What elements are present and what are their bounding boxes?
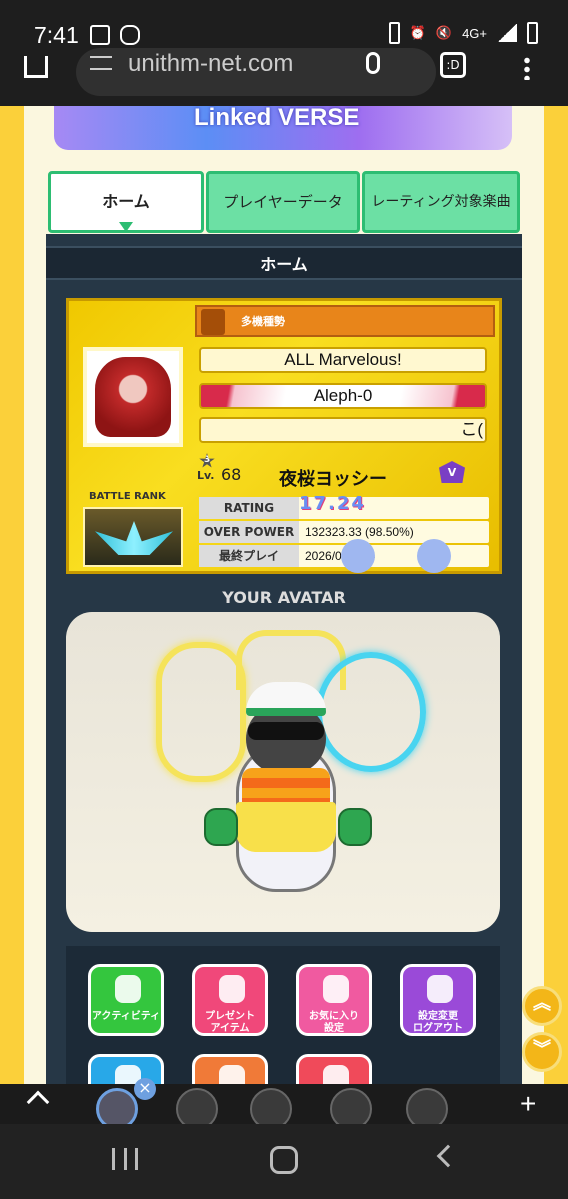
url-text[interactable]: unithm-net.com (128, 50, 293, 78)
team-emblem-icon (201, 309, 225, 335)
battle-rank-emblem (83, 507, 183, 567)
class-badge-icon: V (439, 461, 465, 483)
menu-icon[interactable] (524, 56, 530, 80)
menu-button-6[interactable] (192, 1054, 268, 1084)
new-tab-icon[interactable]: + (520, 1088, 536, 1120)
honor-title-3: こ( (199, 417, 487, 443)
status-time: 7:41 (34, 22, 79, 48)
player-name: 夜桜ヨッシー (279, 469, 387, 490)
right-mitten (338, 808, 372, 846)
redaction-blob (417, 539, 451, 573)
redaction-blob (341, 539, 375, 573)
site-settings-icon[interactable] (90, 56, 112, 70)
heart-icon (323, 975, 349, 1003)
music-icon (323, 1065, 349, 1084)
nav-home-icon[interactable] (270, 1146, 298, 1174)
menu-button-5[interactable] (88, 1054, 164, 1084)
honor-title-1: ALL Marvelous! (199, 347, 487, 373)
network-type: 4G+ (462, 25, 487, 41)
favorites-label: お気に入り 設定 (309, 1011, 359, 1034)
activity-label: アクティビティ (91, 1011, 161, 1022)
status-bar: 7:41 ⏰ 🔇 4G+ unithm-net.com :D (0, 0, 568, 106)
present-item-label: プレゼント アイテム (205, 1011, 255, 1034)
web-page: Linked VERSE ホーム プレイヤーデータ レーティング対象楽曲 ホーム… (0, 106, 568, 1084)
address-bar[interactable]: unithm-net.com (76, 48, 436, 96)
rating-value: 17.24 (299, 493, 366, 514)
last-play-label: 最終プレイ (199, 545, 299, 567)
tab-home[interactable]: ホーム (48, 171, 204, 233)
honor-title-2: Aleph-0 (199, 383, 487, 409)
mute-icon: 🔇 (435, 25, 453, 40)
team-badge: 多機種勢 (195, 305, 495, 337)
tab-switcher-icon[interactable]: :D (440, 52, 466, 78)
navigation-bar (0, 1124, 568, 1199)
settings-logout-button[interactable]: 設定変更 ログアウト (400, 964, 476, 1036)
overpower-row: OVER POWER 132323.33 (98.50%) (199, 521, 489, 543)
level-star-icon: 3 (199, 453, 215, 468)
mic-icon[interactable] (366, 52, 380, 74)
home-icon[interactable] (24, 56, 48, 78)
gear-icon (427, 975, 453, 1003)
back-icon[interactable] (436, 1144, 460, 1168)
tab-player-data-label: プレイヤーデータ (223, 193, 343, 211)
character-portrait (83, 347, 183, 447)
level-prefix: Lv. (197, 469, 215, 482)
scroll-up-button[interactable]: ︽ (522, 986, 562, 1026)
overpower-label: OVER POWER (199, 521, 299, 543)
tab-rating-songs-label: レーティング対象楽曲 (371, 194, 511, 210)
gallery-icon (90, 25, 110, 45)
signal-icon (497, 24, 517, 42)
section-title: ホーム (46, 246, 522, 280)
activity-button[interactable]: アクティビティ (88, 964, 164, 1036)
discord-icon (120, 25, 140, 45)
left-mitten (204, 808, 238, 846)
present-item-button[interactable]: プレゼント アイテム (192, 964, 268, 1036)
team-badge-text: 多機種勢 (241, 315, 285, 328)
tab-rating-songs[interactable]: レーティング対象楽曲 (362, 171, 520, 233)
neon-coin-decoration (156, 642, 246, 782)
tab-home-label: ホーム (102, 192, 150, 211)
tab-player-data[interactable]: プレイヤーデータ (206, 171, 360, 233)
activity-icon (115, 975, 141, 1003)
tab-strip: × + (0, 1078, 568, 1130)
banner-text: Linked VERSE (194, 106, 360, 131)
expand-tabs-icon[interactable] (26, 1090, 50, 1114)
menu-button-7[interactable] (296, 1054, 372, 1084)
scroll-down-button[interactable]: ︾ (522, 1032, 562, 1072)
level-star-value: 3 (204, 455, 211, 465)
penguin-avatar (236, 682, 336, 902)
rating-label: RATING (199, 497, 299, 519)
battle-rank-label: BATTLE RANK (89, 491, 166, 502)
gift-icon (219, 975, 245, 1003)
avatar-display[interactable] (66, 612, 500, 932)
alarm-icon: ⏰ (409, 25, 426, 40)
battery-icon (527, 22, 538, 44)
player-card[interactable]: 多機種勢 ALL Marvelous! Aleph-0 こ( BATTLE RA… (66, 298, 502, 574)
player-level: 68 (221, 465, 242, 484)
avatar-title: YOUR AVATAR (222, 588, 346, 607)
favorites-button[interactable]: お気に入り 設定 (296, 964, 372, 1036)
battery-saver-icon (388, 22, 400, 44)
status-icons: ⏰ 🔇 4G+ (388, 22, 538, 44)
recent-apps-icon[interactable] (112, 1148, 138, 1170)
aime-icon (219, 1065, 245, 1084)
settings-logout-label: 設定変更 ログアウト (413, 1011, 463, 1034)
close-tab-icon[interactable]: × (134, 1078, 156, 1100)
active-tab-arrow-icon (119, 222, 133, 232)
event-banner[interactable]: Linked VERSE (54, 106, 512, 150)
menu-button-grid: アクティビティ プレゼント アイテム お気に入り 設定 設定変更 ログアウト (66, 946, 500, 1084)
